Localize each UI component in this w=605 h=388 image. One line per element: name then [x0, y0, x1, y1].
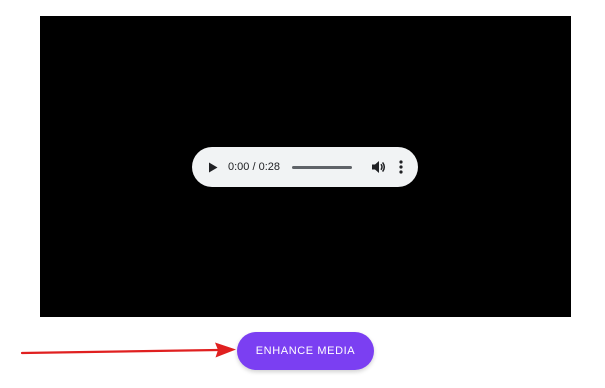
more-vert-icon[interactable] [396, 159, 406, 175]
play-icon[interactable] [206, 160, 220, 174]
arrow-right-icon [20, 342, 236, 358]
page: 0:00 / 0:28 ENHANCE MEDIA [0, 0, 605, 388]
time-display: 0:00 / 0:28 [228, 161, 280, 173]
enhance-media-button[interactable]: ENHANCE MEDIA [237, 332, 374, 370]
audio-player[interactable]: 0:00 / 0:28 [192, 147, 418, 187]
progress-slider[interactable] [292, 165, 352, 169]
media-preview: 0:00 / 0:28 [40, 16, 571, 317]
volume-icon[interactable] [370, 159, 386, 175]
